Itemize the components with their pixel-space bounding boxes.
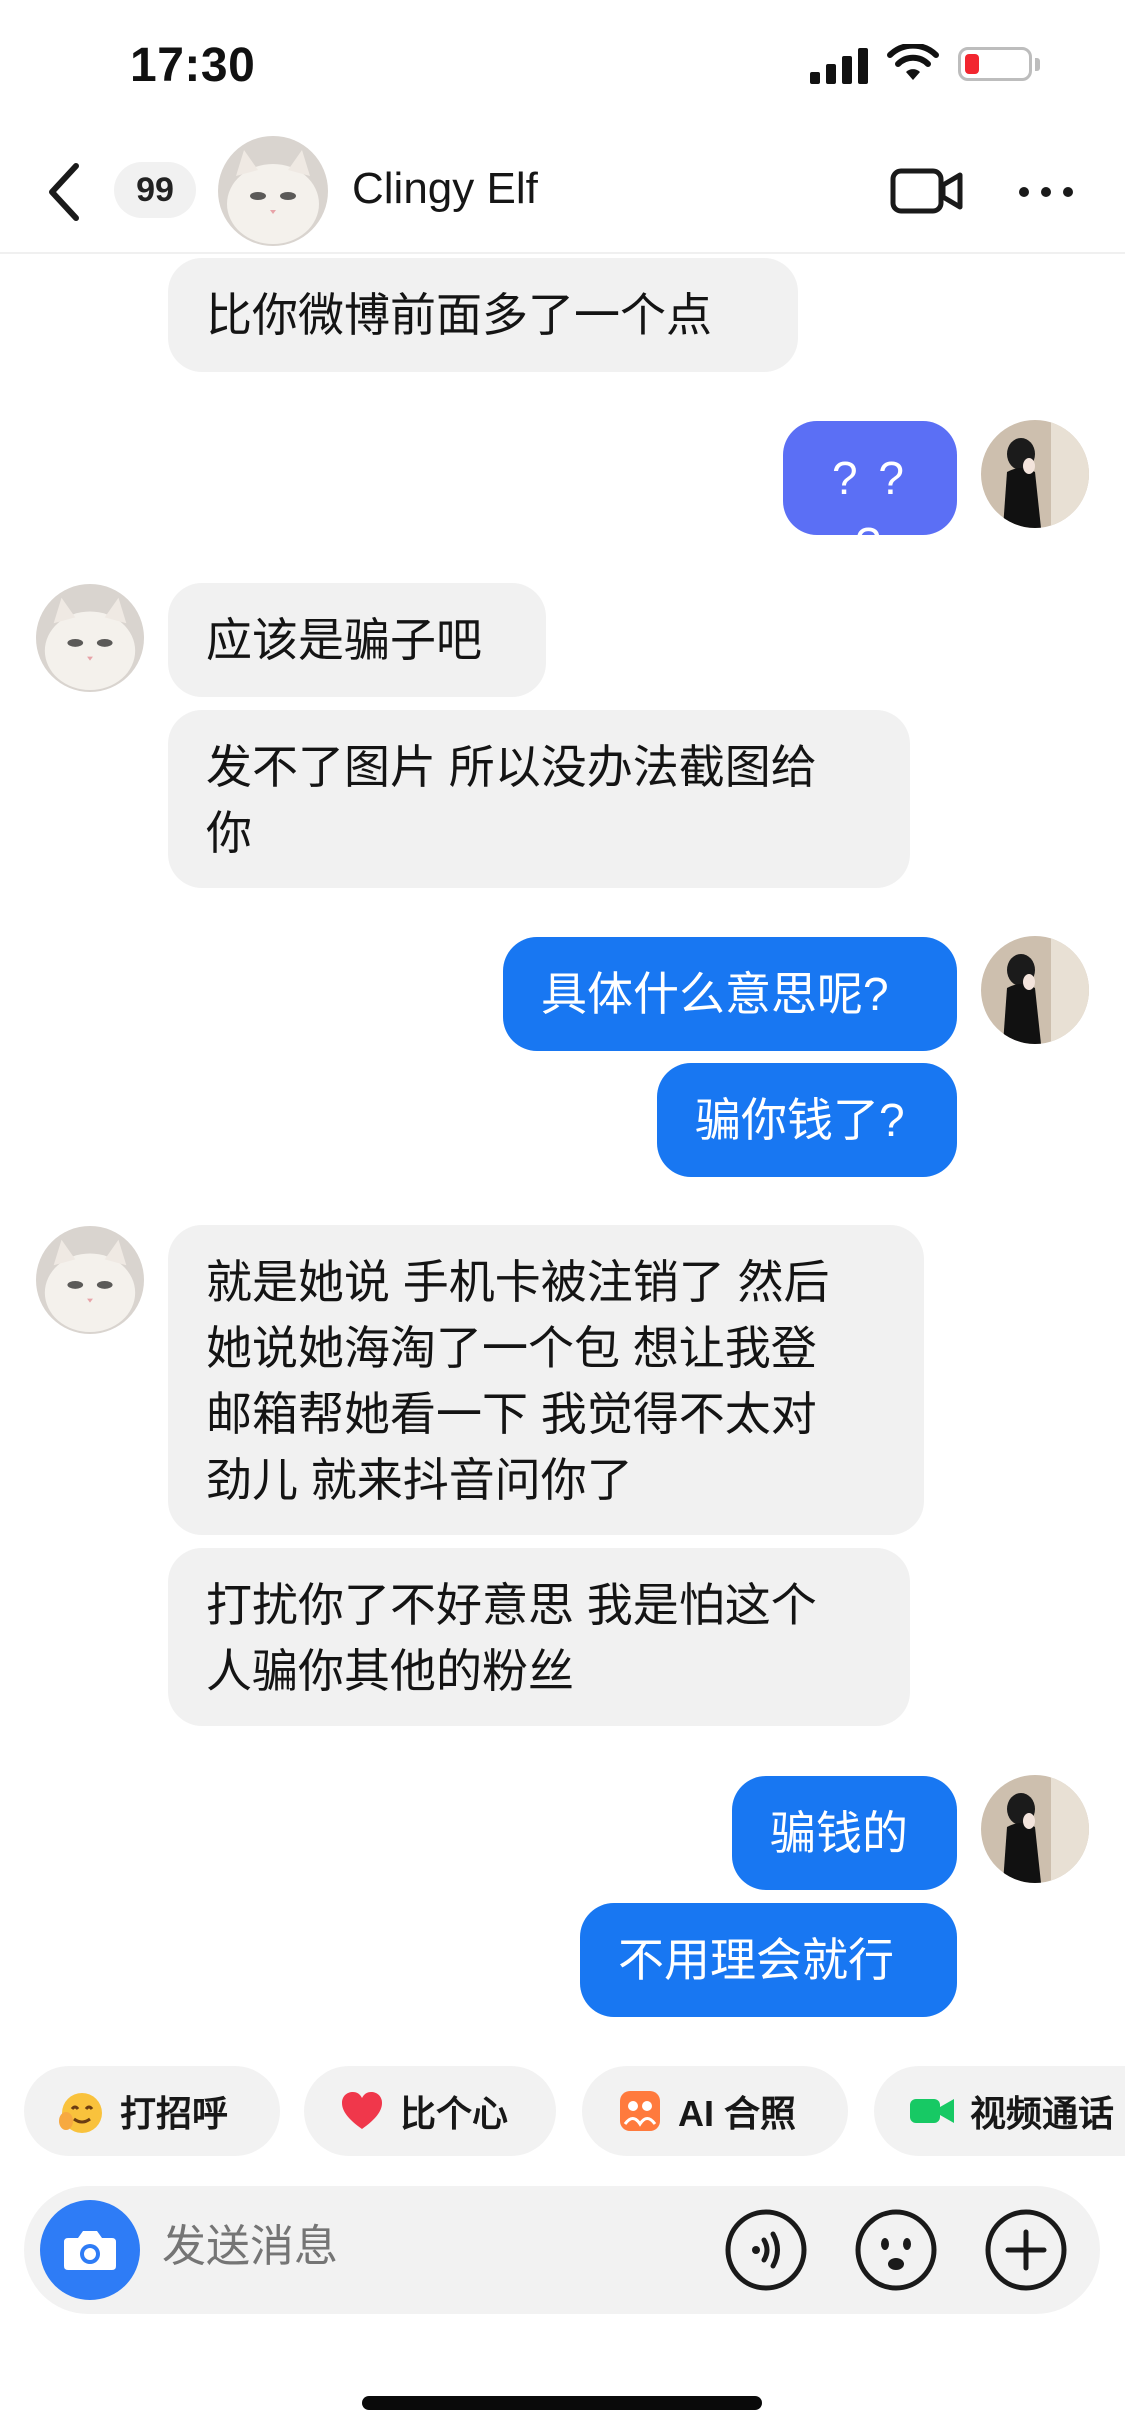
cat-avatar-image — [36, 1226, 144, 1334]
contact-message-avatar[interactable] — [36, 584, 144, 692]
quick-action-label: 比个心 — [400, 2093, 509, 2134]
battery-icon — [958, 47, 1032, 81]
message-sent[interactable]: 骗钱的 — [732, 1776, 957, 1890]
cat-avatar-image — [218, 136, 328, 246]
my-avatar-image — [981, 420, 1089, 528]
contact-message-avatar[interactable] — [36, 1226, 144, 1334]
video-call-icon — [910, 2099, 954, 2123]
my-avatar[interactable] — [981, 420, 1089, 528]
camera-button[interactable] — [40, 2200, 140, 2300]
battery-level — [965, 54, 979, 74]
chat-header: 99 Clingy Elf — [0, 130, 1125, 254]
unread-count-badge[interactable]: 99 — [114, 162, 196, 218]
my-avatar[interactable] — [981, 1775, 1089, 1883]
plus-icon[interactable] — [984, 2208, 1068, 2292]
message-sent[interactable]: 骗你钱了? — [657, 1063, 957, 1177]
contact-name[interactable]: Clingy Elf — [352, 164, 538, 214]
emoji-icon[interactable] — [854, 2208, 938, 2292]
wave-emoji-icon — [59, 2093, 102, 2133]
ai-photo-icon — [620, 2091, 660, 2131]
voice-icon[interactable] — [724, 2208, 808, 2292]
battery-cap — [1035, 58, 1040, 71]
quick-action-video-call[interactable]: 视频通话 — [874, 2066, 1125, 2156]
my-avatar-image — [981, 1775, 1089, 1883]
cat-avatar-image — [36, 584, 144, 692]
contact-avatar[interactable] — [218, 136, 328, 246]
back-chevron-icon[interactable] — [40, 160, 90, 224]
message-composer — [24, 2186, 1100, 2314]
message-received[interactable]: 就是她说 手机卡被注销了 然后 她说她海淘了一个包 想让我登 邮箱帮她看一下 我… — [168, 1225, 924, 1535]
quick-action-label: 打招呼 — [120, 2093, 229, 2134]
message-sent[interactable]: 具体什么意思呢? — [503, 937, 957, 1051]
quick-action-wave[interactable]: 打招呼 — [24, 2066, 280, 2156]
message-received[interactable]: 应该是骗子吧 — [168, 583, 546, 697]
message-input[interactable] — [162, 2222, 542, 2272]
wifi-icon — [887, 44, 939, 80]
quick-action-ai-photo[interactable]: AI 合照 — [582, 2066, 848, 2156]
video-call-icon[interactable] — [890, 163, 964, 219]
home-indicator[interactable] — [362, 2396, 762, 2410]
message-received[interactable]: 比你微博前面多了一个点 — [168, 258, 798, 372]
cellular-signal-icon — [810, 48, 868, 84]
heart-icon — [342, 2092, 382, 2129]
quick-action-label: AI 合照 — [678, 2093, 797, 2134]
camera-icon — [64, 2231, 116, 2270]
status-time: 17:30 — [130, 39, 256, 92]
message-received[interactable]: 打扰你了不好意思 我是怕这个 人骗你其他的粉丝 — [168, 1548, 910, 1726]
status-bar: 17:30 — [0, 0, 1125, 130]
quick-action-heart[interactable]: 比个心 — [304, 2066, 556, 2156]
my-avatar-image — [981, 936, 1089, 1044]
quick-action-label: 视频通话 — [970, 2093, 1115, 2134]
more-icon[interactable] — [1016, 180, 1076, 204]
message-received[interactable]: 发不了图片 所以没办法截图给 你 — [168, 710, 910, 888]
message-sent[interactable]: ? ? ? — [783, 421, 957, 570]
message-sent[interactable]: 不用理会就行 — [580, 1903, 957, 2017]
my-avatar[interactable] — [981, 936, 1089, 1044]
